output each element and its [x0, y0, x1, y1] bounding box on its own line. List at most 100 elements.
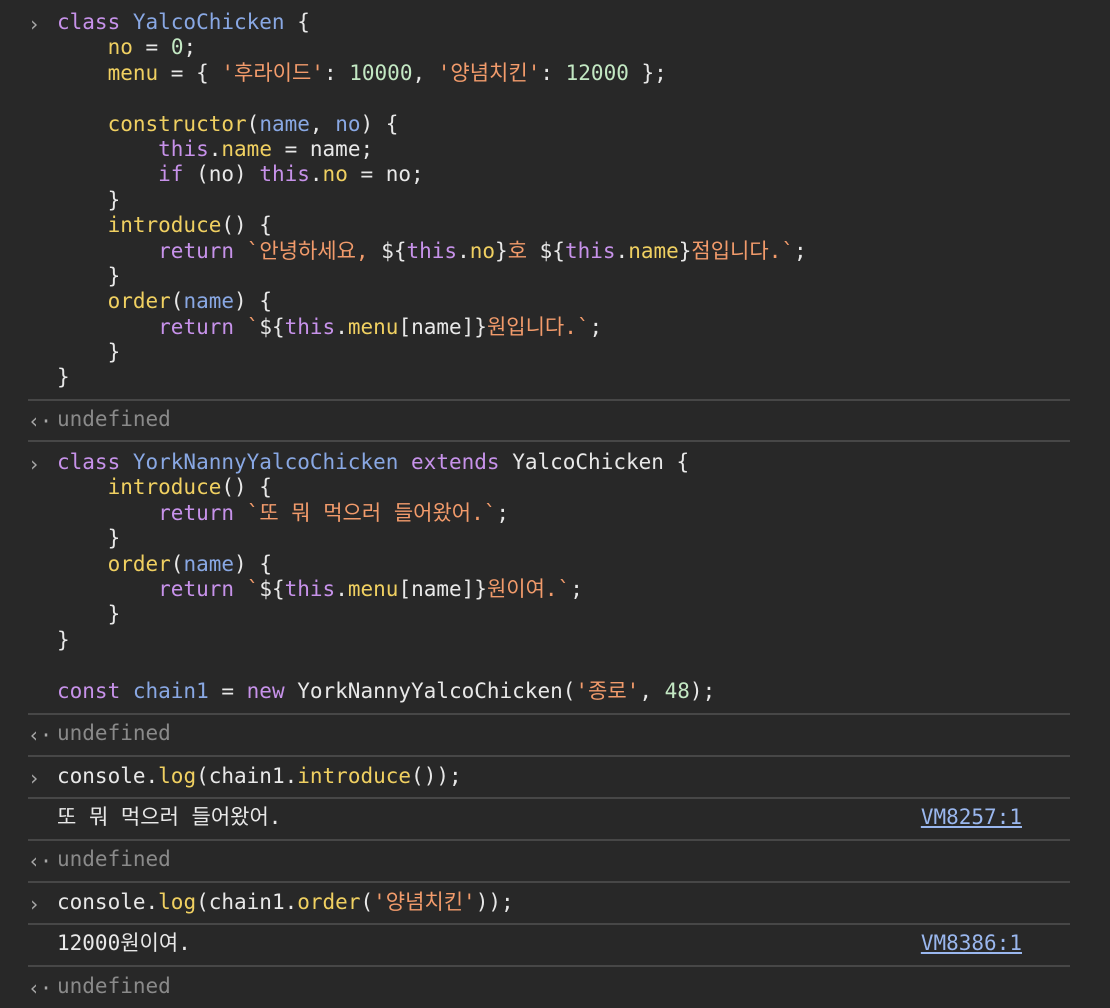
- code-token: `또 뭐 먹으러 들어왔어.`: [246, 500, 497, 525]
- code-token: ;: [496, 500, 510, 525]
- code-token: order: [107, 289, 171, 314]
- code-token: .: [615, 238, 629, 263]
- code-token: return: [158, 238, 235, 263]
- code-token: ) {: [234, 289, 272, 314]
- code-line: order(name) {: [57, 289, 807, 314]
- entry-divider: [28, 440, 1070, 442]
- code-token: (: [170, 289, 184, 314]
- code-token: () {: [221, 475, 272, 500]
- code-token: }: [57, 627, 70, 652]
- code-token: = name;: [271, 136, 374, 161]
- code-line: }: [57, 264, 807, 289]
- prompt-chevron-icon: ›: [28, 766, 41, 790]
- code-token: name: [183, 289, 235, 314]
- code-token: 12000: [565, 60, 629, 85]
- devtools-console: › class YalcoChicken { no = 0; menu = { …: [0, 0, 1110, 1008]
- code-line: const chain1 = new YorkNannyYalcoChicken…: [57, 679, 715, 704]
- entry-divider: [28, 399, 1070, 401]
- code-token: ;: [794, 238, 807, 263]
- code-token: class: [57, 450, 133, 474]
- code-token: ${: [381, 238, 407, 263]
- code-token: menu: [347, 576, 399, 601]
- code-line: return `또 뭐 먹으러 들어왔어.`;: [57, 501, 715, 526]
- code-token: '후라이드': [221, 60, 324, 85]
- code-token: 원입니다.`: [486, 314, 590, 339]
- code-block: class YorkNannyYalcoChicken extends Yalc…: [57, 450, 715, 704]
- code-token: );: [689, 678, 716, 703]
- result-arrow-icon: ‹·: [28, 976, 53, 1000]
- code-token: ) {: [360, 111, 399, 136]
- code-token: .: [208, 136, 222, 161]
- code-token: no: [322, 162, 348, 187]
- code-token: YorkNannyYalcoChicken(: [284, 678, 576, 703]
- code-token: introduce: [297, 764, 412, 788]
- code-token: order: [107, 551, 171, 576]
- code-line: order(name) {: [57, 552, 715, 577]
- code-token: [name]}: [398, 576, 487, 601]
- result-arrow-icon: ‹·: [28, 723, 53, 747]
- code-token: order: [297, 890, 361, 914]
- code-token: this: [406, 238, 458, 263]
- code-token: menu: [347, 314, 399, 339]
- code-line: }: [57, 602, 715, 627]
- code-token: }: [678, 238, 692, 263]
- entry-divider: [28, 923, 1070, 925]
- code-line: class YalcoChicken {: [57, 10, 807, 35]
- code-token: ${: [259, 576, 285, 601]
- code-token: ;: [570, 576, 583, 601]
- code-token: (: [360, 890, 374, 914]
- code-token: '종로': [575, 678, 640, 703]
- code-token: no: [469, 238, 496, 263]
- result-arrow-icon: ‹·: [28, 409, 53, 433]
- code-token: .: [335, 576, 348, 601]
- code-token: `안녕하세요,: [246, 238, 382, 263]
- entry-divider: [28, 881, 1070, 883]
- code-token: return: [158, 500, 235, 525]
- log-message: 12000원이여.: [57, 931, 191, 955]
- code-token: (: [246, 111, 260, 136]
- entry-divider: [28, 839, 1070, 841]
- source-link[interactable]: VM8386:1: [921, 931, 1022, 956]
- prompt-chevron-icon: ›: [28, 892, 41, 916]
- code-line: }: [57, 188, 807, 213]
- code-token: new: [246, 678, 285, 703]
- code-token: name: [183, 551, 235, 576]
- code-token: 0: [170, 35, 184, 60]
- code-token: name: [628, 238, 679, 263]
- code-line: this.name = name;: [57, 137, 807, 162]
- code-token: }: [57, 187, 121, 212]
- code-token: extends: [411, 450, 500, 474]
- code-token: menu: [107, 60, 159, 85]
- result-value: undefined: [57, 721, 171, 745]
- code-token: log: [158, 890, 197, 914]
- code-token: ;: [589, 314, 603, 339]
- code-token: this: [284, 576, 336, 601]
- code-token: =: [132, 35, 171, 60]
- code-token: `: [246, 314, 260, 339]
- entry-divider: [28, 755, 1070, 757]
- code-token: class: [57, 10, 133, 34]
- code-token: this: [284, 314, 336, 339]
- code-token: log: [158, 764, 197, 788]
- code-block: console.log(chain1.introduce());: [57, 764, 462, 789]
- code-line: class YorkNannyYalcoChicken extends Yalc…: [57, 450, 715, 475]
- code-token: (chain1.: [196, 764, 298, 788]
- code-token: this: [564, 238, 616, 263]
- code-token: return: [158, 576, 235, 601]
- code-token: }: [57, 365, 70, 390]
- code-token: ,: [412, 60, 438, 85]
- code-token: (chain1.: [196, 890, 298, 914]
- source-link[interactable]: VM8257:1: [921, 805, 1022, 830]
